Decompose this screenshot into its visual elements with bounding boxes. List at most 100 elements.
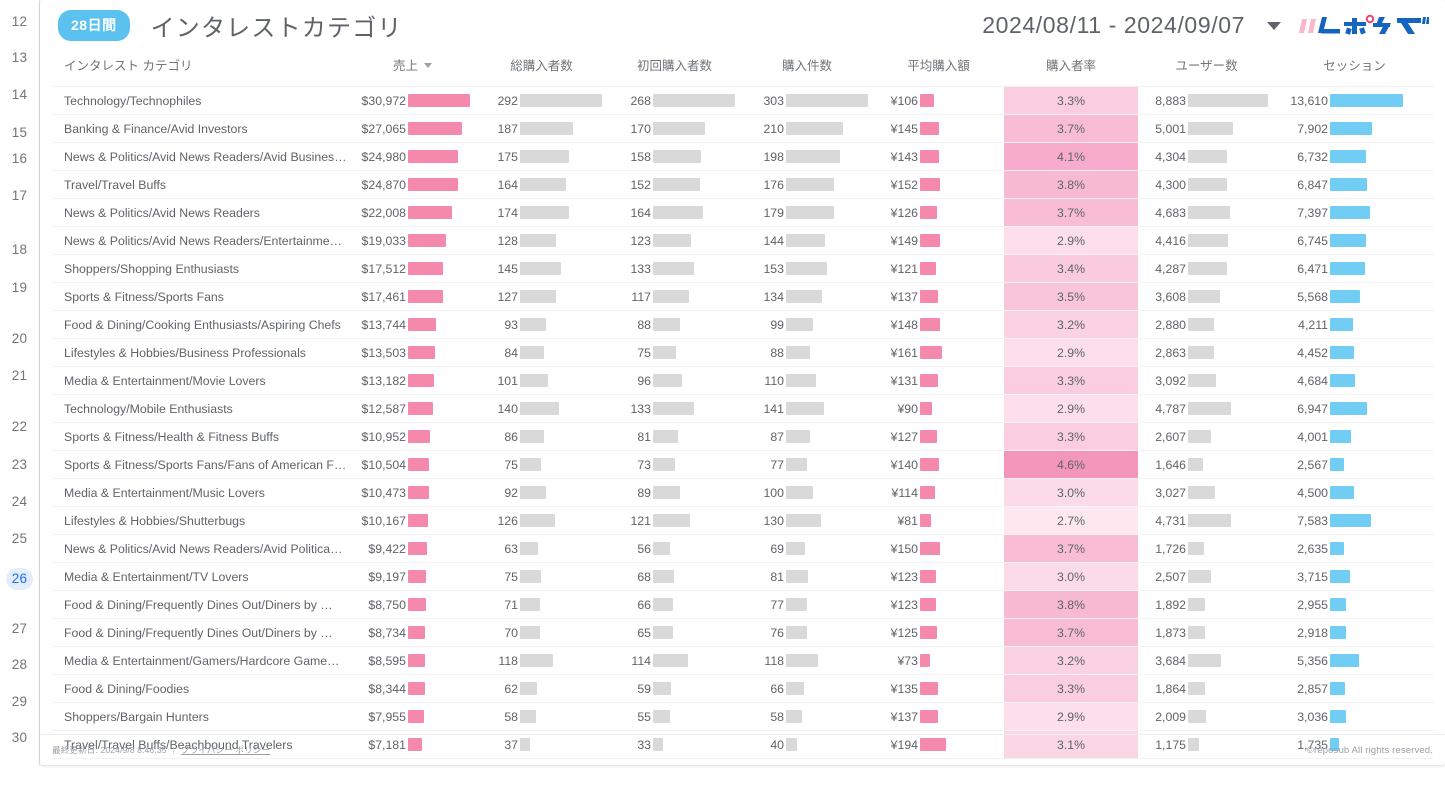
users-value: 3,608 <box>1138 290 1188 304</box>
page-number-18[interactable]: 18 <box>0 242 39 257</box>
copyright-label: ©reposub All rights reserved. <box>1307 745 1433 756</box>
first-buyers-bar <box>653 430 678 443</box>
category-cell[interactable]: Food & Dining/Frequently Dines Out/Diner… <box>52 591 350 619</box>
category-cell[interactable]: Travel/Travel Buffs <box>52 171 350 199</box>
col-header-revenue[interactable]: 売上 <box>350 51 475 87</box>
avg-value-value: ¥106 <box>873 94 920 108</box>
table-row[interactable]: Sports & Fitness/Health & Fitness Buffs$… <box>52 423 1434 451</box>
table-row[interactable]: Travel/Travel Buffs$24,870164152176¥1523… <box>52 171 1434 199</box>
table-row[interactable]: Media & Entertainment/Gamers/Hardcore Ga… <box>52 647 1434 675</box>
page-number-23[interactable]: 23 <box>0 457 39 472</box>
category-cell[interactable]: Media & Entertainment/Movie Lovers <box>52 367 350 395</box>
sessions-value: 2,857 <box>1275 682 1330 696</box>
chevron-down-icon[interactable] <box>1267 22 1281 30</box>
page-number-20[interactable]: 20 <box>0 331 39 346</box>
col-header-total-buyers[interactable]: 総購入者数 <box>475 51 608 87</box>
table-row[interactable]: Shoppers/Bargain Hunters$7,955585558¥137… <box>52 703 1434 731</box>
page-number-22[interactable]: 22 <box>0 419 39 434</box>
category-cell[interactable]: Technology/Mobile Enthusiasts <box>52 395 350 423</box>
category-cell[interactable]: News & Politics/Avid News Readers/Avid B… <box>52 143 350 171</box>
table-row[interactable]: Food & Dining/Foodies$8,344625966¥1353.3… <box>52 675 1434 703</box>
page-number-17[interactable]: 17 <box>0 188 39 203</box>
page-number-26[interactable]: 26 <box>0 568 39 590</box>
avg-value-cell: ¥145 <box>873 115 1004 143</box>
purchases-cell: 141 <box>741 395 873 423</box>
users-cell: 2,863 <box>1138 339 1275 367</box>
col-header-purchases[interactable]: 購入件数 <box>741 51 873 87</box>
first-buyers-cell: 158 <box>608 143 741 171</box>
category-cell[interactable]: News & Politics/Avid News Readers <box>52 199 350 227</box>
first-buyers-cell: 170 <box>608 115 741 143</box>
table-row[interactable]: News & Politics/Avid News Readers/Entert… <box>52 227 1434 255</box>
table-row[interactable]: Lifestyles & Hobbies/Shutterbugs$10,1671… <box>52 507 1434 535</box>
total-buyers-cell: 118 <box>475 647 608 675</box>
table-row[interactable]: Technology/Mobile Enthusiasts$12,5871401… <box>52 395 1434 423</box>
sessions-bar <box>1330 514 1371 527</box>
col-header-sessions[interactable]: セッション <box>1275 51 1434 87</box>
category-cell[interactable]: Media & Entertainment/Gamers/Hardcore Ga… <box>52 647 350 675</box>
page-number-16[interactable]: 16 <box>0 151 39 166</box>
page-number-27[interactable]: 27 <box>0 621 39 636</box>
table-row[interactable]: Shoppers/Shopping Enthusiasts$17,5121451… <box>52 255 1434 283</box>
category-cell[interactable]: News & Politics/Avid News Readers/Avid P… <box>52 535 350 563</box>
page-number-21[interactable]: 21 <box>0 368 39 383</box>
avg-value-value: ¥148 <box>873 318 920 332</box>
page-number-19[interactable]: 19 <box>0 280 39 295</box>
category-cell[interactable]: Banking & Finance/Avid Investors <box>52 115 350 143</box>
table-row[interactable]: Food & Dining/Cooking Enthusiasts/Aspiri… <box>52 311 1434 339</box>
category-cell[interactable]: Sports & Fitness/Health & Fitness Buffs <box>52 423 350 451</box>
category-cell[interactable]: Sports & Fitness/Sports Fans <box>52 283 350 311</box>
page-number-15[interactable]: 15 <box>0 125 39 140</box>
first-buyers-cell: 133 <box>608 395 741 423</box>
page-number-12[interactable]: 12 <box>0 14 39 29</box>
table-row[interactable]: Media & Entertainment/TV Lovers$9,197756… <box>52 563 1434 591</box>
page-number-25[interactable]: 25 <box>0 531 39 546</box>
date-range-label[interactable]: 2024/08/11 - 2024/09/07 <box>982 12 1245 39</box>
category-cell[interactable]: Media & Entertainment/TV Lovers <box>52 563 350 591</box>
page-number-13[interactable]: 13 <box>0 50 39 65</box>
category-cell[interactable]: Lifestyles & Hobbies/Business Profession… <box>52 339 350 367</box>
category-cell[interactable]: Technology/Technophiles <box>52 87 350 115</box>
period-badge[interactable]: 28日間 <box>58 10 130 41</box>
col-header-first-buyers[interactable]: 初回購入者数 <box>608 51 741 87</box>
table-row[interactable]: Food & Dining/Frequently Dines Out/Diner… <box>52 619 1434 647</box>
page-number-30[interactable]: 30 <box>0 730 39 745</box>
col-label-buyer-rate: 購入者率 <box>1046 59 1096 73</box>
privacy-policy-link[interactable]: プライバシー ポリシー <box>181 744 270 756</box>
page-number-29[interactable]: 29 <box>0 694 39 709</box>
table-row[interactable]: Banking & Finance/Avid Investors$27,0651… <box>52 115 1434 143</box>
category-cell[interactable]: Shoppers/Bargain Hunters <box>52 703 350 731</box>
table-row[interactable]: News & Politics/Avid News Readers/Avid B… <box>52 143 1434 171</box>
table-row[interactable]: Sports & Fitness/Sports Fans$17,46112711… <box>52 283 1434 311</box>
col-header-buyer-rate[interactable]: 購入者率 <box>1004 51 1138 87</box>
table-row[interactable]: Media & Entertainment/Music Lovers$10,47… <box>52 479 1434 507</box>
col-header-users[interactable]: ユーザー数 <box>1138 51 1275 87</box>
table-row[interactable]: Technology/Technophiles$30,972292268303¥… <box>52 87 1434 115</box>
table-row[interactable]: Lifestyles & Hobbies/Business Profession… <box>52 339 1434 367</box>
table-row[interactable]: News & Politics/Avid News Readers$22,008… <box>52 199 1434 227</box>
page-number-14[interactable]: 14 <box>0 87 39 102</box>
table-row[interactable]: Sports & Fitness/Sports Fans/Fans of Ame… <box>52 451 1434 479</box>
category-cell[interactable]: Shoppers/Shopping Enthusiasts <box>52 255 350 283</box>
first-buyers-cell: 121 <box>608 507 741 535</box>
col-header-avg-value[interactable]: 平均購入額 <box>873 51 1004 87</box>
avg-value-bar <box>920 626 937 639</box>
col-header-category[interactable]: インタレスト カテゴリ <box>52 51 350 87</box>
page-number-rail[interactable]: 12 13 14 15 16 17 18 19 20 21 22 23 24 25 26 27 28 29 30 <box>0 0 40 765</box>
table-row[interactable]: News & Politics/Avid News Readers/Avid P… <box>52 535 1434 563</box>
total-buyers-value: 75 <box>475 458 520 472</box>
category-cell[interactable]: Food & Dining/Foodies <box>52 675 350 703</box>
page-number-24[interactable]: 24 <box>0 494 39 509</box>
users-value: 8,883 <box>1138 94 1188 108</box>
category-cell[interactable]: Media & Entertainment/Music Lovers <box>52 479 350 507</box>
category-cell[interactable]: News & Politics/Avid News Readers/Entert… <box>52 227 350 255</box>
category-cell[interactable]: Food & Dining/Frequently Dines Out/Diner… <box>52 619 350 647</box>
category-cell[interactable]: Food & Dining/Cooking Enthusiasts/Aspiri… <box>52 311 350 339</box>
users-value: 2,607 <box>1138 430 1188 444</box>
table-row[interactable]: Food & Dining/Frequently Dines Out/Diner… <box>52 591 1434 619</box>
category-cell[interactable]: Sports & Fitness/Sports Fans/Fans of Ame… <box>52 451 350 479</box>
category-cell[interactable]: Lifestyles & Hobbies/Shutterbugs <box>52 507 350 535</box>
table-row[interactable]: Media & Entertainment/Movie Lovers$13,18… <box>52 367 1434 395</box>
sessions-value: 6,847 <box>1275 178 1330 192</box>
page-number-28[interactable]: 28 <box>0 657 39 672</box>
